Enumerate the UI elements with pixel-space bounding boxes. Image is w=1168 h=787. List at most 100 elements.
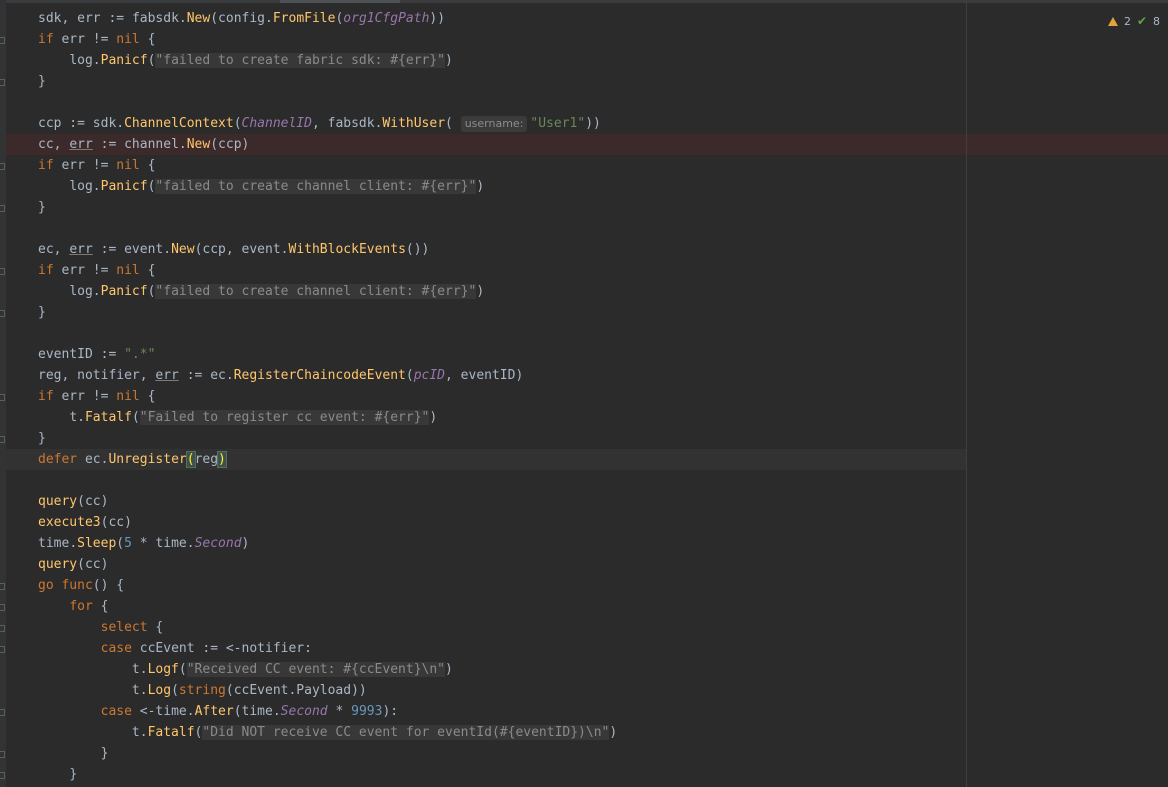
inspection-status[interactable]: 2 ✔ 8 xyxy=(1107,14,1160,28)
code-line[interactable]: } xyxy=(38,197,46,218)
code-line[interactable]: query(cc) xyxy=(38,491,108,512)
code-line[interactable]: if err != nil { xyxy=(38,155,155,176)
code-line[interactable]: defer ec.Unregister(reg) xyxy=(38,449,227,470)
code-line[interactable]: if err != nil { xyxy=(38,260,155,281)
code-token: Sleep xyxy=(77,536,117,551)
code-line[interactable]: go func() { xyxy=(38,575,124,596)
code-token: New xyxy=(186,137,211,152)
code-token: Fatalf xyxy=(84,410,132,425)
code-line[interactable]: } xyxy=(38,428,46,449)
string-literal: "Did NOT receive CC event for eventId(#{… xyxy=(202,725,610,740)
fold-marker[interactable] xyxy=(0,310,5,317)
code-line[interactable]: execute3(cc) xyxy=(38,512,132,533)
code-token: { xyxy=(139,32,156,47)
code-line[interactable]: log.Panicf("failed to create channel cli… xyxy=(38,281,484,302)
code-line[interactable]: select { xyxy=(38,617,164,638)
code-token: WithUser xyxy=(382,116,446,131)
code-token: func xyxy=(61,578,93,593)
code-token: event xyxy=(124,242,164,257)
code-token: err xyxy=(69,137,93,152)
code-line[interactable]: log.Panicf("failed to create fabric sdk:… xyxy=(38,50,453,71)
code-line[interactable]: case <-time.After(time.Second * 9993): xyxy=(38,701,398,722)
fold-marker[interactable] xyxy=(0,625,5,632)
code-line[interactable]: if err != nil { xyxy=(38,29,155,50)
fold-marker[interactable] xyxy=(0,436,5,443)
code-token: ccEvent.Payload xyxy=(233,683,352,698)
fold-marker[interactable] xyxy=(0,394,5,401)
fold-marker[interactable] xyxy=(0,751,5,758)
code-line[interactable]: } xyxy=(38,302,46,323)
code-line[interactable]: sdk, err := fabsdk.New(config.FromFile(o… xyxy=(38,8,445,29)
code-token: cc xyxy=(84,494,101,509)
code-token: err xyxy=(69,242,93,257)
fold-marker[interactable] xyxy=(0,163,5,170)
fold-marker[interactable] xyxy=(0,268,5,275)
code-token: case xyxy=(100,704,132,719)
code-token: FromFile xyxy=(272,11,336,26)
code-line[interactable]: ec, err := event.New(ccp, event.WithBloc… xyxy=(38,239,429,260)
code-token: org1CfgPath xyxy=(343,11,430,26)
code-token: 5 xyxy=(124,536,132,551)
code-token: ec xyxy=(210,368,226,383)
code-token: t xyxy=(69,410,78,425)
code-token: , eventID) xyxy=(445,368,524,383)
warning-count: 2 xyxy=(1123,14,1131,28)
code-token: { xyxy=(139,263,156,278)
code-token: ccp xyxy=(202,242,226,257)
code-line[interactable]: cc, err := channel.New(ccp) xyxy=(38,134,249,155)
fold-marker[interactable] xyxy=(0,205,5,212)
code-line[interactable]: t.Fatalf("Failed to register cc event: #… xyxy=(38,407,437,428)
code-line[interactable]: if err != nil { xyxy=(38,386,155,407)
code-token: } xyxy=(38,431,46,446)
code-token: ccp := xyxy=(38,116,93,131)
code-token: string xyxy=(178,683,226,698)
code-token: fabsdk xyxy=(131,11,179,26)
code-token: := xyxy=(92,137,125,152)
code-token: cc, xyxy=(38,137,70,152)
code-line[interactable]: case ccEvent := <-notifier: xyxy=(38,638,312,659)
code-token: t xyxy=(131,683,140,698)
code-line[interactable]: for { xyxy=(38,596,108,617)
fold-marker[interactable] xyxy=(0,709,5,716)
code-token: ChannelContext xyxy=(124,116,234,131)
fold-marker[interactable] xyxy=(0,604,5,611)
fold-marker[interactable] xyxy=(0,772,5,779)
code-token: Logf xyxy=(147,662,179,677)
code-line[interactable]: } xyxy=(38,743,109,764)
fold-marker[interactable] xyxy=(0,583,5,590)
code-token: Log xyxy=(147,683,172,698)
code-token: go xyxy=(38,578,54,593)
code-line[interactable]: t.Fatalf("Did NOT receive CC event for e… xyxy=(38,722,617,743)
code-token: log xyxy=(69,53,93,68)
code-token: config xyxy=(218,11,266,26)
code-token: WithBlockEvents xyxy=(288,242,406,257)
code-token: Unregister xyxy=(108,452,187,467)
code-line[interactable]: } xyxy=(38,71,46,92)
code-line[interactable]: t.Logf("Received CC event: #{ccEvent}\n"… xyxy=(38,659,453,680)
code-token: time xyxy=(241,704,273,719)
code-token: } xyxy=(38,305,46,320)
code-token: ec, xyxy=(38,242,70,257)
code-token: := xyxy=(92,242,125,257)
code-line[interactable]: ccp := sdk.ChannelContext(ChannelID, fab… xyxy=(38,113,601,134)
code-line[interactable]: log.Panicf("failed to create channel cli… xyxy=(38,176,484,197)
code-line[interactable]: query(cc) xyxy=(38,554,108,575)
code-token: time xyxy=(155,536,187,551)
code-line[interactable]: time.Sleep(5 * time.Second) xyxy=(38,533,249,554)
right-margin-guide xyxy=(966,0,967,787)
code-line[interactable]: reg, notifier, err := ec.RegisterChainco… xyxy=(38,365,523,386)
parameter-hint: username: xyxy=(460,116,528,132)
code-token: for xyxy=(69,599,93,614)
code-line[interactable]: eventID := ".*" xyxy=(38,344,155,365)
code-token: time xyxy=(155,704,187,719)
code-token: } xyxy=(38,200,46,215)
fold-marker[interactable] xyxy=(0,37,5,44)
fold-marker[interactable] xyxy=(0,79,5,86)
fold-marker[interactable] xyxy=(0,646,5,653)
code-token: t xyxy=(131,662,140,677)
code-line[interactable]: } xyxy=(38,764,77,785)
code-token: nil xyxy=(116,32,140,47)
code-line[interactable]: t.Log(string(ccEvent.Payload)) xyxy=(38,680,367,701)
code-token: 9993 xyxy=(351,704,383,719)
code-token: } xyxy=(38,74,46,89)
